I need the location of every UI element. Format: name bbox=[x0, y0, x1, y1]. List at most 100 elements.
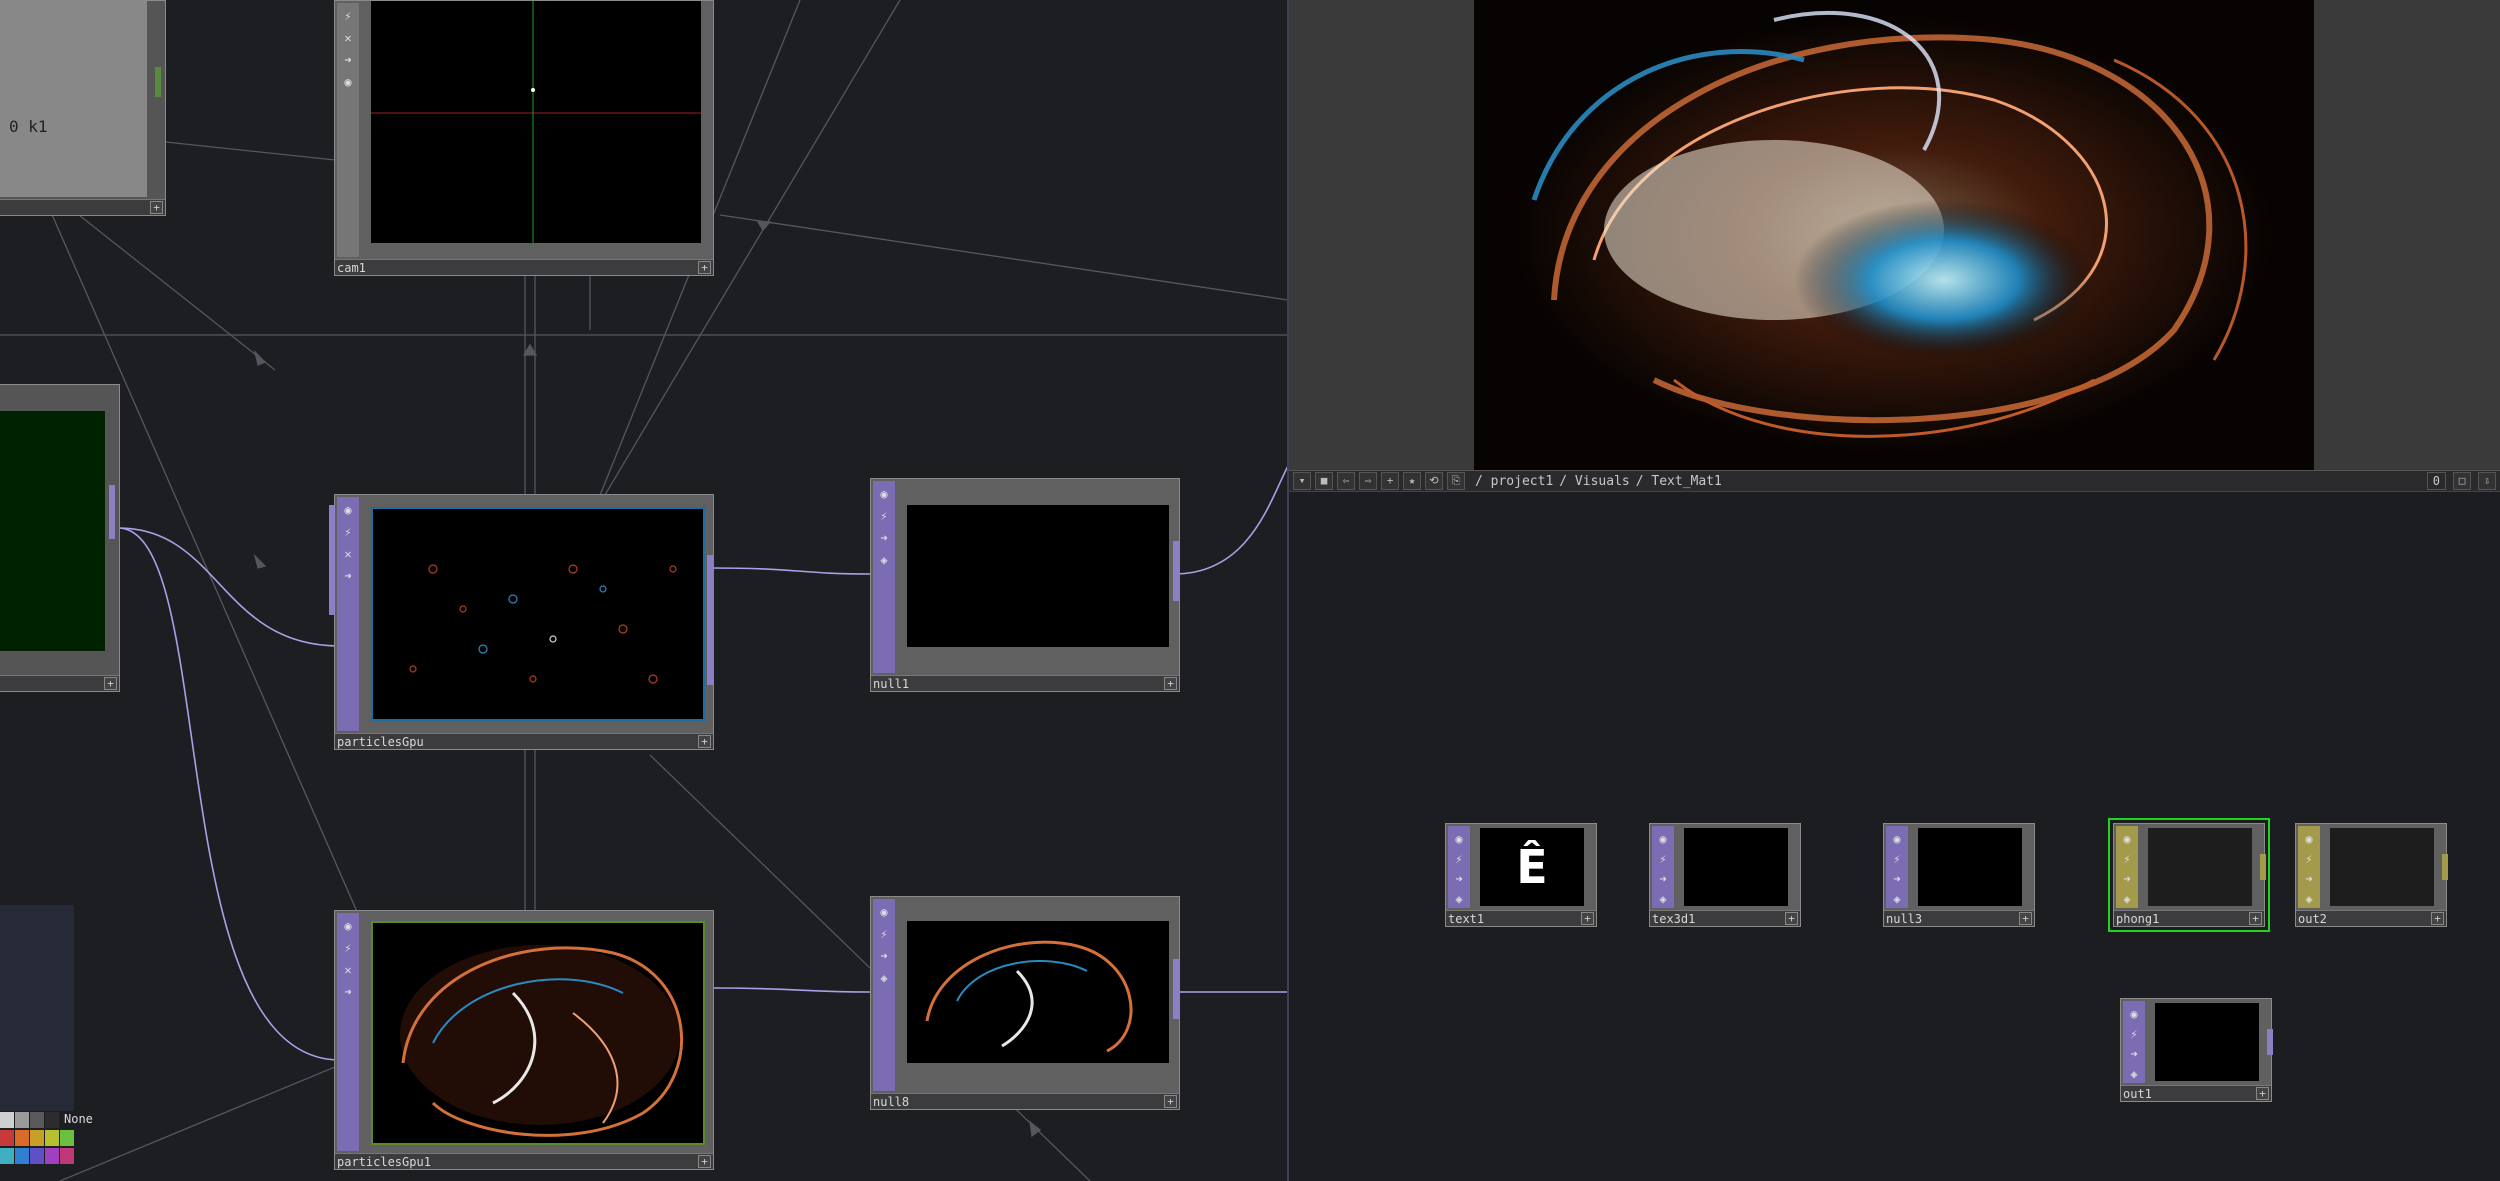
swatch-orange[interactable] bbox=[15, 1130, 29, 1146]
export-icon[interactable]: ➜ bbox=[339, 983, 357, 1001]
export-icon[interactable]: ➜ bbox=[2118, 870, 2136, 888]
add-node-button[interactable]: + bbox=[1381, 472, 1399, 490]
viewer-toggle-icon[interactable]: ◉ bbox=[339, 917, 357, 935]
node-viewer bbox=[0, 411, 105, 651]
display-icon[interactable]: ◈ bbox=[2300, 890, 2318, 908]
add-icon[interactable]: + bbox=[698, 261, 711, 274]
export-icon[interactable]: ➜ bbox=[339, 567, 357, 585]
add-icon[interactable]: + bbox=[104, 677, 117, 690]
display-icon[interactable]: ◈ bbox=[1888, 890, 1906, 908]
swatch-indigo[interactable] bbox=[30, 1148, 44, 1164]
breadcrumb-project1[interactable]: / project1 bbox=[1475, 474, 1553, 489]
bypass-icon[interactable]: ⚡ bbox=[2300, 850, 2318, 868]
bypass-icon[interactable]: ⚡ bbox=[875, 507, 893, 525]
node-phong1[interactable]: ◉ ⚡ ➜ ◈ phong1 + bbox=[2108, 818, 2270, 932]
display-icon[interactable]: ◈ bbox=[875, 969, 893, 987]
pane-menu-button[interactable]: ▾ bbox=[1293, 472, 1311, 490]
bypass-icon[interactable]: ⚡ bbox=[339, 523, 357, 541]
export-icon[interactable]: ➜ bbox=[2125, 1045, 2143, 1063]
swatch-gray-3[interactable] bbox=[30, 1112, 44, 1128]
node-partial-left-2[interactable]: + bbox=[0, 384, 120, 692]
forward-button[interactable]: ⇨ bbox=[1359, 472, 1377, 490]
viewer-toggle-icon[interactable]: ◉ bbox=[339, 73, 357, 91]
bypass-icon[interactable]: ⚡ bbox=[2125, 1025, 2143, 1043]
node-particlesGpu1[interactable]: ◉ ⚡ ✕ ➜ particlesGpu1 + bbox=[334, 910, 714, 1170]
add-icon[interactable]: + bbox=[698, 1155, 711, 1168]
viewer-toggle-icon[interactable]: ◉ bbox=[1450, 830, 1468, 848]
swatch-magenta[interactable] bbox=[60, 1148, 74, 1164]
swatch-gray-4[interactable] bbox=[45, 1112, 59, 1128]
add-icon[interactable]: + bbox=[2256, 1087, 2269, 1100]
add-icon[interactable]: + bbox=[698, 735, 711, 748]
viewer-toggle-icon[interactable]: ◉ bbox=[875, 485, 893, 503]
swatch-green[interactable] bbox=[60, 1130, 74, 1146]
node-tex3d1[interactable]: ◉ ⚡ ➜ ◈ tex3d1 + bbox=[1649, 823, 1801, 927]
viewer-toggle-icon[interactable]: ◉ bbox=[339, 501, 357, 519]
bypass-icon[interactable]: ⚡ bbox=[2118, 850, 2136, 868]
breadcrumb-visuals[interactable]: / Visuals bbox=[1559, 474, 1629, 489]
node-out2[interactable]: ◉ ⚡ ➜ ◈ out2 + bbox=[2295, 823, 2448, 927]
bypass-icon[interactable]: ⚡ bbox=[339, 939, 357, 957]
export-icon[interactable]: ➜ bbox=[875, 947, 893, 965]
bookmark-button[interactable]: ★ bbox=[1403, 472, 1421, 490]
pane-id-value[interactable]: 0 bbox=[2426, 472, 2446, 490]
pane-type-button[interactable]: ■ bbox=[1315, 472, 1333, 490]
swatch-cyan[interactable] bbox=[0, 1148, 14, 1164]
export-icon[interactable]: ➜ bbox=[1888, 870, 1906, 888]
display-icon[interactable]: ◈ bbox=[1654, 890, 1672, 908]
export-icon[interactable]: ➜ bbox=[2300, 870, 2318, 888]
export-icon[interactable]: ➜ bbox=[1654, 870, 1672, 888]
swatch-yellow-green[interactable] bbox=[45, 1130, 59, 1146]
display-icon[interactable]: ◈ bbox=[2118, 890, 2136, 908]
viewer-toggle-icon[interactable]: ◉ bbox=[875, 903, 893, 921]
viewer-toggle-icon[interactable]: ◉ bbox=[2118, 830, 2136, 848]
breadcrumb-text-mat1[interactable]: / Text_Mat1 bbox=[1636, 474, 1722, 489]
swatch-violet[interactable] bbox=[45, 1148, 59, 1164]
swatch-amber[interactable] bbox=[30, 1130, 44, 1146]
back-button[interactable]: ⇦ bbox=[1337, 472, 1355, 490]
close-icon[interactable]: ✕ bbox=[339, 29, 357, 47]
add-icon[interactable]: + bbox=[1164, 1095, 1177, 1108]
node-cam1[interactable]: ⚡ ✕ ➜ ◉ cam1 + bbox=[334, 0, 714, 276]
viewer-toggle-icon[interactable]: ◉ bbox=[2125, 1005, 2143, 1023]
node-null3[interactable]: ◉ ⚡ ➜ ◈ null3 + bbox=[1883, 823, 2035, 927]
split-pane-button[interactable]: ⇩ bbox=[2478, 472, 2496, 490]
swatch-none-label[interactable]: None bbox=[60, 1111, 93, 1129]
viewer-toggle-icon[interactable]: ◉ bbox=[1888, 830, 1906, 848]
add-icon[interactable]: + bbox=[2431, 912, 2444, 925]
add-icon[interactable]: + bbox=[2249, 912, 2262, 925]
bypass-icon[interactable]: ⚡ bbox=[1888, 850, 1906, 868]
display-icon[interactable]: ◈ bbox=[2125, 1065, 2143, 1083]
export-icon[interactable]: ➜ bbox=[1450, 870, 1468, 888]
swatch-blue[interactable] bbox=[15, 1148, 29, 1164]
link-button[interactable]: ⎘ bbox=[1447, 472, 1465, 490]
add-icon[interactable]: + bbox=[1164, 677, 1177, 690]
bypass-icon[interactable]: ⚡ bbox=[339, 7, 357, 25]
export-icon[interactable]: ➜ bbox=[875, 529, 893, 547]
home-button[interactable]: ⟲ bbox=[1425, 472, 1443, 490]
close-icon[interactable]: ✕ bbox=[339, 961, 357, 979]
node-null8[interactable]: ◉ ⚡ ➜ ◈ null8 + bbox=[870, 896, 1180, 1110]
node-particlesGpu[interactable]: ◉ ⚡ ✕ ➜ particlesGpu + bbox=[329, 494, 714, 750]
bypass-icon[interactable]: ⚡ bbox=[875, 925, 893, 943]
display-icon[interactable]: ◈ bbox=[1450, 890, 1468, 908]
export-icon[interactable]: ➜ bbox=[339, 51, 357, 69]
swatch-gray-2[interactable] bbox=[15, 1112, 29, 1128]
bypass-icon[interactable]: ⚡ bbox=[1654, 850, 1672, 868]
add-icon[interactable]: + bbox=[150, 201, 163, 214]
add-icon[interactable]: + bbox=[1785, 912, 1798, 925]
viewer-toggle-icon[interactable]: ◉ bbox=[2300, 830, 2318, 848]
add-icon[interactable]: + bbox=[1581, 912, 1594, 925]
node-null1[interactable]: ◉ ⚡ ➜ ◈ null1 + bbox=[870, 478, 1180, 692]
node-out1[interactable]: ◉ ⚡ ➜ ◈ out1 + bbox=[2120, 998, 2273, 1102]
close-icon[interactable]: ✕ bbox=[339, 545, 357, 563]
bypass-icon[interactable]: ⚡ bbox=[1450, 850, 1468, 868]
maximize-pane-button[interactable]: □ bbox=[2453, 472, 2471, 490]
viewer-toggle-icon[interactable]: ◉ bbox=[1654, 830, 1672, 848]
node-partial-left[interactable]: 0 k1 + bbox=[0, 0, 166, 216]
display-icon[interactable]: ◈ bbox=[875, 551, 893, 569]
node-text1[interactable]: ◉ ⚡ ➜ ◈ Ê text1 + bbox=[1445, 823, 1597, 927]
swatch-red[interactable] bbox=[0, 1130, 14, 1146]
swatch-gray-1[interactable] bbox=[0, 1112, 14, 1128]
add-icon[interactable]: + bbox=[2019, 912, 2032, 925]
